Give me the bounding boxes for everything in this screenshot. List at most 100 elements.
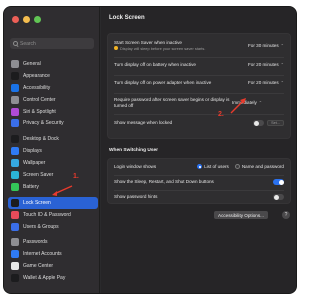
sidebar-item-label: Game Center bbox=[23, 263, 54, 270]
sidebar-item-accessibility[interactable]: Accessibility bbox=[8, 82, 98, 94]
show-message-toggle[interactable] bbox=[253, 120, 265, 126]
screen-saver-note: Display will sleep before your screen sa… bbox=[120, 45, 206, 51]
warning-icon bbox=[114, 46, 118, 51]
adapter-display-label: Turn display off on power adapter when i… bbox=[114, 80, 212, 85]
sidebar-item-wallpaper[interactable]: Wallpaper bbox=[8, 157, 98, 169]
sidebar-item-battery[interactable]: Battery bbox=[8, 181, 98, 193]
radio-label: Name and password bbox=[241, 164, 284, 170]
name-password-radio[interactable]: Name and password bbox=[234, 164, 284, 170]
chevron-updown-icon: ⌃ bbox=[280, 43, 284, 49]
sidebar-item-appearance[interactable]: Appearance bbox=[8, 70, 98, 82]
sidebar-item-game-center[interactable]: Game Center bbox=[8, 260, 98, 272]
battery-display-row: Turn display off on battery when inactiv… bbox=[114, 62, 284, 68]
switching-user-heading: When Switching User bbox=[109, 148, 159, 153]
sidebar-item-label: Passwords bbox=[23, 239, 48, 246]
game-center-icon bbox=[11, 262, 19, 271]
sidebar-item-label: General bbox=[23, 60, 41, 67]
sidebar-item-screen-saver[interactable]: Screen Saver bbox=[8, 169, 98, 181]
radio-unselected bbox=[234, 164, 240, 170]
sidebar-item-displays[interactable]: Displays bbox=[8, 145, 98, 157]
sidebar-item-label: Screen Saver bbox=[23, 171, 54, 178]
divider bbox=[114, 190, 284, 191]
page-title: Lock Screen bbox=[109, 15, 145, 21]
sidebar-item-users-groups[interactable]: Users & Groups bbox=[8, 221, 98, 233]
search-field[interactable] bbox=[10, 38, 94, 49]
sidebar-item-label: Internet Accounts bbox=[23, 251, 62, 258]
sidebar-item-label: Privacy & Security bbox=[23, 120, 64, 127]
settings-window: General Appearance Accessibility Control… bbox=[4, 7, 296, 293]
screen-saver-select[interactable]: For 30 minutes ⌃ bbox=[248, 43, 284, 48]
password-hints-row: Show password hints bbox=[114, 194, 284, 200]
sleep-buttons-row: Show the Sleep, Restart, and Shut Down b… bbox=[114, 179, 284, 185]
users-icon bbox=[11, 222, 19, 231]
battery-display-label: Turn display off on battery when inactiv… bbox=[114, 62, 196, 67]
help-button[interactable]: ? bbox=[282, 211, 290, 219]
require-password-label: Require password after screen saver begi… bbox=[114, 97, 230, 108]
show-message-row: Show message when locked Set... bbox=[114, 120, 284, 126]
show-message-label: Show message when locked bbox=[114, 120, 173, 126]
minimize-window-button[interactable] bbox=[23, 16, 30, 23]
annotation-label-1: 1. bbox=[73, 173, 79, 180]
sidebar-item-lock-screen[interactable]: Lock Screen bbox=[8, 196, 98, 209]
set-message-button[interactable]: Set... bbox=[267, 120, 284, 126]
zoom-window-button[interactable] bbox=[34, 16, 41, 23]
search-input[interactable] bbox=[20, 40, 90, 47]
at-sign-icon bbox=[11, 250, 19, 259]
appearance-icon bbox=[11, 71, 19, 80]
sidebar-item-siri-spotlight[interactable]: Siri & Spotlight bbox=[8, 106, 98, 118]
sidebar-item-label: Wallpaper bbox=[23, 160, 46, 167]
dock-icon bbox=[11, 135, 19, 144]
general-icon bbox=[11, 59, 19, 68]
password-hints-label: Show password hints bbox=[114, 194, 158, 200]
adapter-display-row: Turn display off on power adapter when i… bbox=[114, 80, 284, 86]
sidebar-item-passwords[interactable]: Passwords bbox=[8, 236, 98, 248]
lock-settings-card: Start Screen Saver when inactive Display… bbox=[107, 33, 291, 139]
close-window-button[interactable] bbox=[12, 16, 19, 23]
toggle-knob bbox=[273, 194, 279, 200]
wallpaper-icon bbox=[11, 159, 19, 168]
sidebar-item-label: Siri & Spotlight bbox=[23, 108, 56, 115]
sidebar-item-label: Touch ID & Password bbox=[23, 211, 71, 218]
sidebar-item-privacy-security[interactable]: Privacy & Security bbox=[8, 117, 98, 129]
sidebar-list: General Appearance Accessibility Control… bbox=[8, 58, 98, 284]
accessibility-options-button[interactable]: Accessibility Options... bbox=[214, 211, 268, 219]
sidebar-item-label: Wallet & Apple Pay bbox=[23, 275, 66, 282]
display-icon bbox=[11, 147, 19, 156]
sidebar-item-label: Control Center bbox=[23, 96, 56, 103]
login-window-row: Login window shows List of users Name an… bbox=[114, 164, 284, 170]
screen-saver-value: For 30 minutes bbox=[248, 43, 279, 49]
radio-selected bbox=[197, 164, 203, 170]
sidebar-item-touch-id[interactable]: Touch ID & Password bbox=[8, 209, 98, 221]
accessibility-icon bbox=[11, 83, 19, 92]
sidebar-item-internet-accounts[interactable]: Internet Accounts bbox=[8, 248, 98, 260]
sidebar: General Appearance Accessibility Control… bbox=[4, 7, 100, 293]
sidebar-item-general[interactable]: General bbox=[8, 58, 98, 70]
lock-screen-icon bbox=[11, 198, 19, 207]
sidebar-item-label: Accessibility bbox=[23, 84, 51, 91]
adapter-display-value: For 20 minutes bbox=[248, 80, 279, 86]
password-hints-toggle[interactable] bbox=[273, 194, 284, 200]
control-center-icon bbox=[11, 95, 19, 104]
sidebar-item-control-center[interactable]: Control Center bbox=[8, 94, 98, 106]
sidebar-item-label: Users & Groups bbox=[23, 223, 59, 230]
search-icon bbox=[13, 41, 18, 46]
sidebar-item-wallet[interactable]: Wallet & Apple Pay bbox=[8, 272, 98, 284]
list-of-users-radio[interactable]: List of users bbox=[197, 164, 229, 170]
battery-display-select[interactable]: For 20 minutes ⌃ bbox=[248, 62, 284, 67]
battery-icon bbox=[11, 182, 19, 191]
require-password-select[interactable]: Immediately ⌃ bbox=[232, 100, 262, 105]
sidebar-item-desktop-dock[interactable]: Desktop & Dock bbox=[8, 133, 98, 145]
adapter-display-select[interactable]: For 20 minutes ⌃ bbox=[248, 80, 284, 85]
toggle-knob bbox=[278, 179, 284, 185]
require-password-value: Immediately bbox=[232, 100, 257, 106]
switching-user-card: Login window shows List of users Name an… bbox=[107, 158, 291, 204]
sidebar-item-label: Battery bbox=[23, 183, 39, 190]
sleep-buttons-label: Show the Sleep, Restart, and Shut Down b… bbox=[114, 179, 214, 185]
annotation-label-2: 2. bbox=[218, 111, 224, 118]
hand-icon bbox=[11, 119, 19, 128]
screen-saver-icon bbox=[11, 170, 19, 179]
sleep-buttons-toggle[interactable] bbox=[273, 179, 284, 185]
sidebar-item-label: Appearance bbox=[23, 72, 50, 79]
chevron-updown-icon: ⌃ bbox=[280, 62, 284, 68]
fingerprint-icon bbox=[11, 210, 19, 219]
